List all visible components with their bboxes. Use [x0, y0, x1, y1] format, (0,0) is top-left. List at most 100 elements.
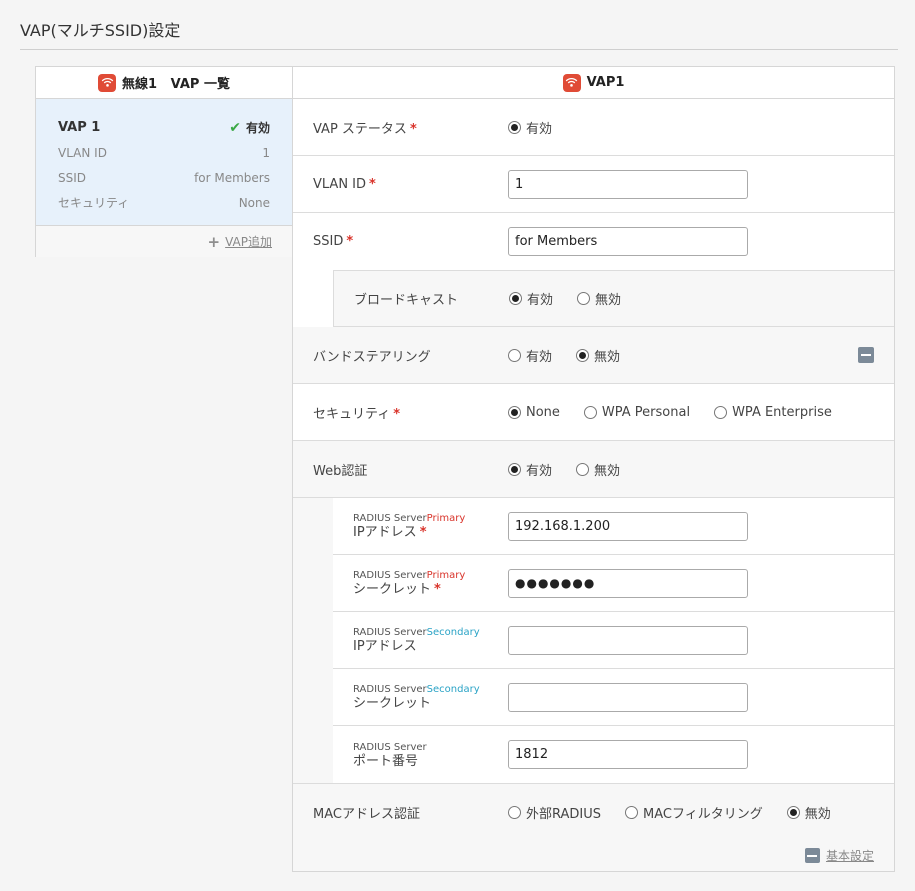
radio-dot [576, 348, 590, 362]
secret-label-text: シークレット [353, 582, 432, 597]
band-steering-row: バンドステアリング 有効 無効 [293, 327, 894, 384]
vap-card-row: セキュリティ None [58, 190, 270, 215]
required-mark: * [393, 406, 401, 422]
vap-list-title: 無線1 VAP 一覧 [122, 77, 230, 92]
radius-secondary-ip-row: RADIUS ServerSecondary IPアドレス [333, 612, 894, 669]
vap-settings-title: VAP1 [586, 75, 625, 90]
radio-label: 有効 [526, 349, 553, 365]
radius-primary-secret-control: ●●●●●●● [508, 568, 748, 598]
vlan-id-input[interactable]: 1 [508, 169, 748, 199]
vap-card-value: 1 [262, 145, 270, 160]
band-steering-disabled-radio[interactable]: 無効 [576, 346, 620, 365]
radio-dot [583, 405, 597, 419]
radio-label: WPA Enterprise [732, 404, 832, 420]
broadcast-disabled-radio[interactable]: 無効 [577, 289, 621, 308]
vlan-label-text: VLAN ID [313, 176, 367, 192]
radio-dot [576, 462, 590, 476]
ssid-label: SSID * [313, 234, 353, 249]
ip-label-text: IPアドレス [353, 525, 417, 540]
secret-label: シークレット * [353, 582, 441, 597]
required-mark: * [409, 121, 417, 137]
radius-secondary-secret-input[interactable] [508, 682, 748, 712]
radius-prefix: RADIUS ServerSecondary [353, 626, 480, 640]
ssid-row: SSID * for Members [293, 213, 894, 270]
radius-port-input[interactable]: 1812 [508, 740, 748, 769]
web-auth-block: Web認証 有効 無効 RADIUS ServerPrimary IPアドレス *… [293, 441, 894, 784]
radio-label: 無効 [594, 463, 621, 479]
mac-auth-disabled-radio[interactable]: 無効 [786, 803, 831, 822]
vap-card-row: VLAN ID 1 [58, 140, 270, 165]
web-auth-enabled-radio[interactable]: 有効 [508, 460, 552, 479]
security-none-radio[interactable]: None [508, 405, 560, 420]
check-icon: ✔ [229, 119, 241, 136]
radio-dot [508, 120, 521, 134]
radio-dot [508, 805, 521, 819]
radius-secondary-ip-input[interactable] [508, 625, 748, 655]
broadcast-enabled-radio[interactable]: 有効 [509, 289, 553, 308]
mac-auth-filtering-radio[interactable]: MACフィルタリング [625, 803, 763, 822]
radius-primary-ip-control: 192.168.1.200 [508, 511, 748, 541]
radio-dot [509, 292, 522, 305]
radius-prefix: RADIUS ServerSecondary [353, 683, 480, 697]
collapse-icon[interactable] [858, 347, 874, 363]
security-label-text: セキュリティ [313, 406, 391, 422]
vap-settings-panel: VAP1 VAP ステータス * 有効 VLAN ID * 1 SSID * for … [292, 66, 895, 872]
radio-dot [714, 405, 728, 419]
ip-label: IPアドレス [353, 639, 417, 654]
vap-status-row: VAP ステータス * 有効 [293, 99, 894, 156]
security-wpa-enterprise-radio[interactable]: WPA Enterprise [714, 405, 832, 420]
collapse-icon[interactable] [804, 848, 820, 863]
band-steering-enabled-radio[interactable]: 有効 [508, 346, 552, 365]
basic-settings-link[interactable]: 基本設定 [826, 847, 874, 864]
vap-card[interactable]: VAP 1 ✔ 有効 VLAN ID 1 SSID for Members セキ… [36, 99, 292, 226]
radius-primary-tag: Primary [426, 570, 466, 581]
required-mark: * [419, 525, 427, 540]
radius-primary-secret-row: RADIUS ServerPrimary シークレット * ●●●●●●● [333, 555, 894, 612]
vap-status-label: VAP ステータス * [313, 118, 417, 137]
radius-prefix-text: RADIUS Server [353, 513, 427, 524]
add-vap-link[interactable]: VAP追加 [225, 233, 272, 250]
vap-card-name: VAP 1 [58, 120, 101, 135]
ssid-control: for Members [508, 227, 748, 256]
radius-prefix-text: RADIUS Server [353, 684, 427, 695]
web-auth-row: Web認証 有効 無効 [293, 441, 894, 498]
radius-secondary-ip-label: RADIUS ServerSecondary IPアドレス [353, 626, 480, 654]
web-auth-disabled-radio[interactable]: 無効 [576, 460, 620, 479]
vap-card-status: ✔ 有効 [229, 119, 270, 136]
radio-label: 無効 [594, 349, 621, 365]
broadcast-row: ブロードキャスト 有効 無効 [333, 270, 894, 327]
radio-dot [625, 805, 639, 819]
radius-port-label: RADIUS Server ポート番号 [353, 741, 427, 769]
vap-status-enabled-radio[interactable]: 有効 [508, 118, 552, 137]
radius-secondary-secret-row: RADIUS ServerSecondary シークレット [333, 669, 894, 726]
port-label: ポート番号 [353, 753, 419, 769]
required-mark: * [369, 176, 376, 192]
vap-status-options: 有効 [508, 118, 576, 137]
vap-card-value: None [238, 195, 270, 210]
radius-primary-ip-input[interactable]: 192.168.1.200 [508, 511, 748, 541]
vap-card-key: SSID [58, 170, 87, 185]
radio-dot [508, 462, 521, 476]
security-wpa-personal-radio[interactable]: WPA Personal [583, 405, 690, 420]
vap-status-label-text: VAP ステータス [313, 121, 407, 137]
title-divider [20, 49, 898, 50]
radius-primary-secret-input[interactable]: ●●●●●●● [508, 568, 748, 598]
radius-primary-ip-row: RADIUS ServerPrimary IPアドレス * 192.168.1.2… [333, 498, 894, 555]
page-title: VAP(マルチSSID)設定 [20, 21, 181, 40]
wifi-icon [98, 73, 117, 92]
radio-label: 有効 [526, 121, 553, 137]
page: VAP(マルチSSID)設定 無線1 VAP 一覧 VAP 1 ✔ 有効 VLA… [4, 3, 915, 891]
radius-secondary-ip-control [508, 625, 748, 655]
radius-primary-secret-label: RADIUS ServerPrimary シークレット * [353, 569, 465, 597]
secret-label: シークレット [353, 696, 432, 711]
radius-secondary-secret-label: RADIUS ServerSecondary シークレット [353, 683, 480, 711]
security-options: None WPA Personal WPA Enterprise [508, 405, 856, 420]
radio-dot [508, 405, 521, 419]
vap-card-value: for Members [194, 170, 270, 185]
vap-list-panel: 無線1 VAP 一覧 VAP 1 ✔ 有効 VLAN ID 1 SSID for… [35, 66, 293, 257]
mac-auth-label: MACアドレス認証 [313, 806, 420, 822]
ssid-input[interactable]: for Members [508, 227, 748, 256]
radius-secondary-tag: Secondary [426, 684, 480, 695]
vlan-row: VLAN ID * 1 [293, 156, 894, 213]
mac-auth-external-radius-radio[interactable]: 外部RADIUS [508, 803, 601, 822]
